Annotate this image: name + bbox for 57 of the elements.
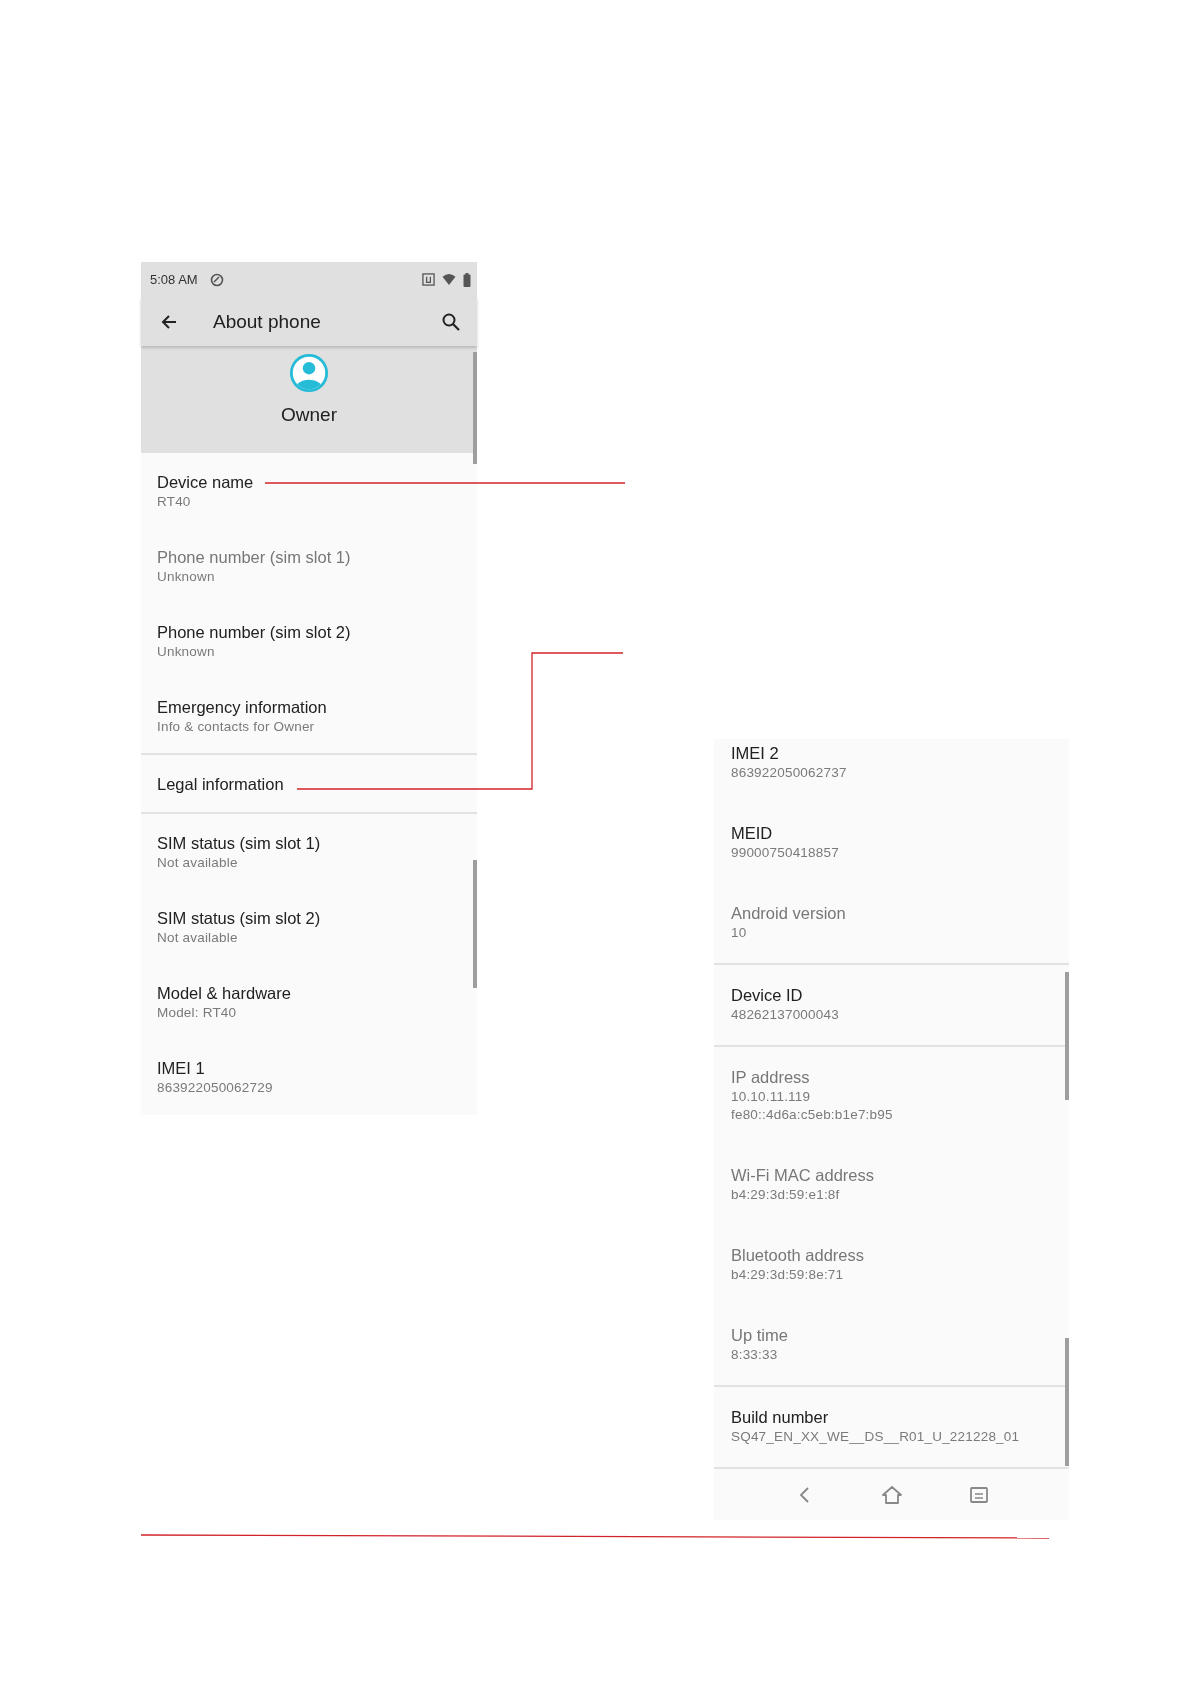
settings-item[interactable]: Model & hardware Model: RT40 [141, 964, 477, 1039]
item-summary: 8:33:33 [731, 1346, 778, 1364]
item-summary: Unknown [157, 568, 215, 586]
settings-item[interactable]: SIM status (sim slot 2) Not available [141, 889, 477, 964]
settings-item[interactable]: IMEI 2 863922050062737 [714, 739, 1069, 803]
avatar-icon [288, 352, 330, 394]
item-title: Device ID [731, 985, 803, 1006]
item-summary: 10 [731, 924, 747, 942]
item-title: Wi-Fi MAC address [731, 1165, 874, 1186]
item-title: IMEI 2 [731, 743, 779, 764]
item-summary: 48262137000043 [731, 1006, 839, 1024]
settings-item[interactable]: Phone number (sim slot 2) Unknown [141, 603, 477, 678]
item-summary: 99000750418857 [731, 844, 839, 862]
wifi-icon [441, 273, 457, 286]
item-title: Android version [731, 903, 846, 924]
status-time: 5:08 AM [150, 272, 198, 287]
item-summary: 863922050062737 [731, 764, 847, 782]
item-summary: 10.10.11.119 [731, 1088, 811, 1106]
item-summary: Not available [157, 854, 238, 872]
item-title: Model & hardware [157, 983, 291, 1004]
item-title: Legal information [157, 774, 284, 795]
item-summary: b4:29:3d:59:e1:8f [731, 1186, 840, 1204]
settings-item[interactable]: MEID 99000750418857 [714, 803, 1069, 883]
item-title: Bluetooth address [731, 1245, 864, 1266]
item-title: Build number [731, 1407, 829, 1428]
search-icon[interactable] [441, 311, 461, 332]
item-title: SIM status (sim slot 1) [157, 833, 321, 854]
item-title: Device name [157, 472, 254, 493]
home-icon[interactable] [880, 1484, 903, 1505]
item-summary: 863922050062729 [157, 1079, 273, 1097]
item-summary: b4:29:3d:59:8e:71 [731, 1266, 844, 1284]
owner-name: Owner [281, 404, 337, 426]
settings-item[interactable]: SIM status (sim slot 1) Not available [141, 814, 477, 889]
item-title: Phone number (sim slot 2) [157, 622, 351, 643]
item-title: MEID [731, 823, 773, 844]
item-summary: Not available [157, 929, 238, 947]
settings-item[interactable]: Device ID 48262137000043 [714, 965, 1069, 1045]
settings-item[interactable]: Device name RT40 [141, 453, 477, 528]
item-title: Emergency information [157, 697, 327, 718]
item-summary: Unknown [157, 643, 215, 661]
settings-item[interactable]: Emergency information Info & contacts for Owner [141, 678, 477, 753]
item-title: Phone number (sim slot 1) [157, 547, 351, 568]
item-title: IMEI 1 [157, 1058, 205, 1079]
item-title: Up time [731, 1325, 788, 1346]
settings-item[interactable]: IMEI 1 863922050062729 [141, 1039, 477, 1114]
battery-icon [463, 272, 471, 287]
item-title: SIM status (sim slot 2) [157, 908, 321, 929]
item-summary: Model: RT40 [157, 1004, 237, 1022]
item-title: IP address [731, 1067, 810, 1088]
recents-icon[interactable] [968, 1484, 989, 1505]
item-summary: Info & contacts for Owner [157, 718, 315, 736]
settings-item[interactable]: Legal information [141, 755, 477, 812]
settings-item[interactable]: Build number SQ47_EN_XX_WE__DS__R01_U_221228_01 [714, 1387, 1069, 1467]
item-summary: SQ47_EN_XX_WE__DS__R01_U_221228_01 [731, 1428, 1020, 1446]
item-summary: fe80::4d6a:c5eb:b1e7:b95 [731, 1106, 893, 1124]
screen-title: About phone [213, 310, 321, 333]
item-summary: RT40 [157, 493, 191, 511]
